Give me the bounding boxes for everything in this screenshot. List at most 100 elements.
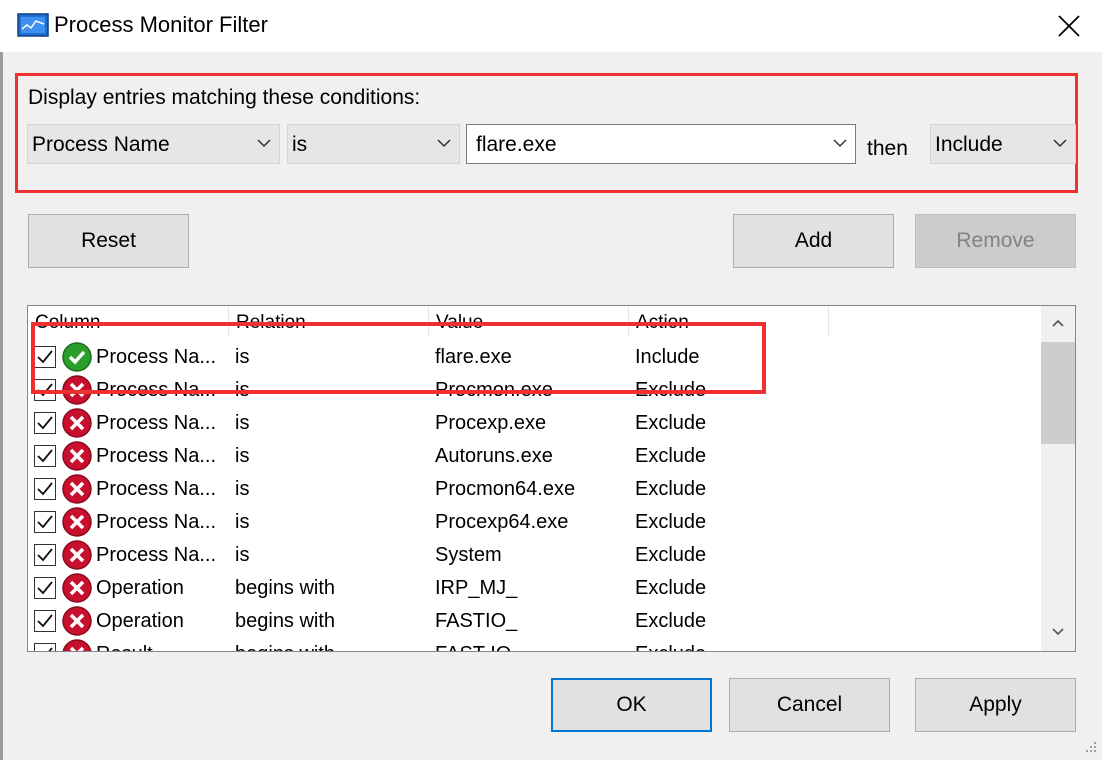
then-label: then (867, 137, 908, 160)
row-action: Exclude (635, 610, 707, 632)
header-value[interactable]: Value (429, 306, 629, 336)
row-column: Operation (96, 610, 184, 632)
reset-button[interactable]: Reset (28, 214, 189, 268)
row-action: Exclude (635, 478, 707, 500)
close-button[interactable] (1034, 0, 1102, 52)
row-checkbox[interactable] (34, 412, 56, 434)
row-action: Exclude (635, 544, 707, 566)
value-combobox[interactable]: flare.exe (466, 124, 856, 164)
chevron-down-icon (1053, 139, 1067, 148)
table-row[interactable]: Operation begins with FASTIO_ Exclude (28, 604, 1038, 637)
row-value: flare.exe (435, 346, 512, 368)
row-column: Process Na... (96, 379, 217, 401)
row-value: Procexp.exe (435, 412, 547, 434)
row-relation: begins with (235, 577, 336, 599)
row-checkbox[interactable] (34, 511, 56, 533)
table-row[interactable]: Process Na... is System Exclude (28, 538, 1038, 571)
relation-select[interactable]: is (287, 124, 460, 164)
cancel-button[interactable]: Cancel (729, 678, 890, 732)
row-action: Exclude (635, 643, 706, 651)
chevron-down-icon (257, 139, 271, 148)
row-relation: is (235, 445, 250, 467)
row-action: Exclude (635, 412, 707, 434)
row-relation: is (235, 478, 250, 500)
row-value: System (435, 544, 502, 566)
action-select[interactable]: Include (930, 124, 1076, 164)
row-relation: begins with (235, 610, 336, 632)
row-value: FAST IO (435, 643, 511, 651)
window-edge (0, 52, 3, 760)
exclude-x-icon (61, 473, 93, 505)
filter-list[interactable]: Column Relation Value Action Process Na.… (27, 305, 1076, 652)
row-checkbox[interactable] (34, 379, 56, 401)
table-row[interactable]: Result begins with FAST IO Exclude (28, 637, 1038, 651)
table-row[interactable]: Process Na... is Procexp.exe Exclude (28, 406, 1038, 439)
apply-button[interactable]: Apply (915, 678, 1076, 732)
row-column: Operation (96, 577, 184, 599)
list-scrollbar[interactable] (1041, 306, 1075, 651)
column-select-value: Process Name (32, 133, 170, 156)
row-relation: is (235, 379, 250, 401)
row-checkbox[interactable] (34, 544, 56, 566)
chevron-down-icon (437, 139, 451, 148)
row-column: Process Na... (96, 511, 217, 533)
action-select-value: Include (935, 133, 1003, 156)
row-checkbox[interactable] (34, 346, 56, 368)
row-checkbox[interactable] (34, 445, 56, 467)
exclude-x-icon (61, 605, 93, 637)
table-row[interactable]: Operation begins with IRP_MJ_ Exclude (28, 571, 1038, 604)
title-bar[interactable]: Process Monitor Filter (0, 0, 1102, 52)
row-relation: is (235, 511, 250, 533)
scroll-down-button[interactable] (1041, 615, 1075, 651)
exclude-x-icon (61, 374, 93, 406)
add-button[interactable]: Add (733, 214, 894, 268)
row-column: Process Na... (96, 346, 217, 368)
header-column[interactable]: Column (28, 306, 229, 336)
value-combobox-text: flare.exe (476, 133, 557, 156)
relation-select-value: is (292, 133, 308, 156)
resize-grip-icon[interactable] (1082, 740, 1098, 756)
chevron-up-icon (1052, 319, 1064, 327)
row-action: Exclude (635, 511, 707, 533)
remove-button[interactable]: Remove (915, 214, 1076, 268)
exclude-x-icon (61, 572, 93, 604)
header-action[interactable]: Action (629, 306, 829, 336)
row-action: Exclude (635, 577, 707, 599)
include-check-icon (61, 341, 93, 373)
row-column: Result (96, 643, 153, 651)
chevron-down-icon[interactable] (833, 138, 847, 148)
scroll-up-button[interactable] (1041, 306, 1075, 342)
column-select[interactable]: Process Name (27, 124, 280, 164)
list-header: Column Relation Value Action (28, 306, 1038, 336)
row-action: Include (635, 346, 700, 368)
scroll-thumb[interactable] (1041, 342, 1075, 444)
table-row[interactable]: Process Na... is Procmon.exe Exclude (28, 373, 1038, 406)
row-column: Process Na... (96, 478, 217, 500)
row-checkbox[interactable] (34, 610, 56, 632)
exclude-x-icon (61, 638, 93, 651)
table-row[interactable]: Process Na... is Autoruns.exe Exclude (28, 439, 1038, 472)
row-checkbox[interactable] (34, 478, 56, 500)
conditions-label: Display entries matching these condition… (28, 86, 421, 109)
row-value: Procexp64.exe (435, 511, 569, 533)
row-checkbox[interactable] (34, 643, 56, 651)
close-icon (1058, 15, 1080, 37)
row-relation: is (235, 346, 250, 368)
ok-button[interactable]: OK (551, 678, 712, 732)
row-value: IRP_MJ_ (435, 577, 518, 599)
process-monitor-icon (17, 13, 49, 37)
exclude-x-icon (61, 440, 93, 472)
row-checkbox[interactable] (34, 577, 56, 599)
row-action: Exclude (635, 379, 707, 401)
row-column: Process Na... (96, 544, 217, 566)
exclude-x-icon (61, 506, 93, 538)
row-value: Procmon64.exe (435, 478, 576, 500)
header-relation[interactable]: Relation (229, 306, 429, 336)
window-title: Process Monitor Filter (54, 12, 268, 37)
chevron-down-icon (1052, 628, 1064, 636)
table-row[interactable]: Process Na... is flare.exe Include (28, 340, 1038, 373)
row-relation: is (235, 544, 250, 566)
table-row[interactable]: Process Na... is Procexp64.exe Exclude (28, 505, 1038, 538)
row-relation: begins with (235, 643, 335, 651)
table-row[interactable]: Process Na... is Procmon64.exe Exclude (28, 472, 1038, 505)
